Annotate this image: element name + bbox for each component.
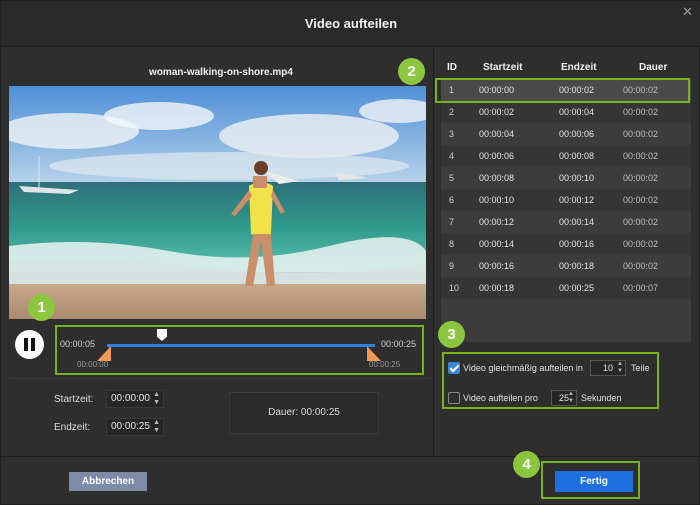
seconds-input[interactable]: 25 ▲ ▼: [551, 390, 577, 406]
split-by-seconds-checkbox[interactable]: [448, 392, 460, 404]
header-start: Startzeit: [483, 62, 523, 73]
row-duration: 00:00:07: [623, 283, 659, 293]
row-id: 6: [449, 195, 455, 205]
trim-start-time: 00:00:00: [77, 360, 109, 369]
table-row[interactable]: 10 00:00:18 00:00:25 00:00:07: [441, 277, 691, 299]
row-end: 00:00:04: [559, 107, 595, 117]
video-filename: woman-walking-on-shore.mp4: [149, 67, 293, 78]
row-end: 00:00:08: [559, 151, 595, 161]
row-id: 3: [449, 129, 455, 139]
row-duration: 00:00:02: [623, 239, 659, 249]
trim-end-time: 00:00:25: [369, 360, 401, 369]
timeline-end-time: 00:00:25: [381, 339, 417, 349]
duration-display: Dauer: 00:00:25: [229, 392, 379, 434]
close-icon[interactable]: ✕: [682, 5, 693, 19]
stepper-arrows-icon[interactable]: ▲ ▼: [617, 361, 623, 375]
row-id: 2: [449, 107, 455, 117]
parts-unit-label: Teile: [631, 363, 650, 373]
row-duration: 00:00:02: [623, 107, 659, 117]
row-duration: 00:00:02: [623, 129, 659, 139]
stepper-arrows-icon[interactable]: ▲ ▼: [153, 419, 160, 435]
row-end: 00:00:14: [559, 217, 595, 227]
row-duration: 00:00:02: [623, 261, 659, 271]
row-start: 00:00:08: [479, 173, 515, 183]
start-time-label: Startzeit:: [54, 394, 94, 405]
row-end: 00:00:16: [559, 239, 595, 249]
timeline-area[interactable]: 00:00:05 00:00:25 00:00:00 00:00:25: [55, 325, 424, 375]
row-id: 5: [449, 173, 455, 183]
row-id: 4: [449, 151, 455, 161]
row-start: 00:00:02: [479, 107, 515, 117]
done-button[interactable]: Fertig: [555, 471, 633, 492]
table-row[interactable]: 7 00:00:12 00:00:14 00:00:02: [441, 211, 691, 233]
row-duration: 00:00:02: [623, 195, 659, 205]
row-start: 00:00:10: [479, 195, 515, 205]
duration-value: 00:00:25: [300, 407, 340, 418]
seconds-unit-label: Sekunden: [581, 393, 622, 403]
table-row[interactable]: 9 00:00:16 00:00:18 00:00:02: [441, 255, 691, 277]
trim-start-handle[interactable]: [97, 346, 111, 361]
pause-button[interactable]: [15, 330, 44, 359]
start-time-input[interactable]: 00:00:00 ▲ ▼: [106, 390, 164, 408]
cancel-button[interactable]: Abbrechen: [69, 472, 147, 491]
step-badge-2: 2: [398, 58, 425, 85]
row-start: 00:00:14: [479, 239, 515, 249]
timeline-start-time: 00:00:05: [60, 339, 96, 349]
step-badge-3: 3: [438, 321, 465, 348]
parts-count-input[interactable]: 10 ▲ ▼: [590, 360, 626, 376]
header-duration: Dauer: [639, 62, 668, 73]
stepper-arrows-icon[interactable]: ▲ ▼: [153, 391, 160, 407]
table-row[interactable]: 4 00:00:06 00:00:08 00:00:02: [441, 145, 691, 167]
divider: [9, 378, 431, 379]
step-badge-4: 4: [513, 451, 540, 478]
end-time-label: Endzeit:: [54, 422, 91, 433]
row-duration: 00:00:02: [623, 151, 659, 161]
split-options: Video gleichmäßig aufteilen in 10 ▲ ▼ Tei…: [442, 352, 659, 409]
row-start: 00:00:06: [479, 151, 515, 161]
row-id: 7: [449, 217, 455, 227]
split-by-seconds-label: Video aufteilen pro: [463, 393, 538, 403]
split-evenly-label: Video gleichmäßig aufteilen in: [463, 363, 583, 373]
row-end: 00:00:12: [559, 195, 595, 205]
table-row[interactable]: 3 00:00:04 00:00:06 00:00:02: [441, 123, 691, 145]
dialog-title: Video aufteilen: [1, 1, 700, 47]
duration-label: Dauer:: [268, 407, 299, 418]
row-end: 00:00:18: [559, 261, 595, 271]
row-id: 10: [449, 283, 460, 293]
row-start: 00:00:04: [479, 129, 515, 139]
row-end: 00:00:06: [559, 129, 595, 139]
table-header: ID Startzeit Endzeit Dauer: [441, 57, 691, 79]
row-end: 00:00:25: [559, 283, 595, 293]
video-preview[interactable]: [9, 86, 426, 319]
split-evenly-checkbox[interactable]: [448, 362, 460, 374]
row-start: 00:00:12: [479, 217, 515, 227]
row-id: 8: [449, 239, 455, 249]
playhead-marker-icon[interactable]: [157, 329, 167, 341]
row-id: 9: [449, 261, 455, 271]
stepper-arrows-icon[interactable]: ▲ ▼: [568, 391, 574, 405]
row-end: 00:00:10: [559, 173, 595, 183]
timeline-track[interactable]: [107, 344, 375, 347]
row-start: 00:00:16: [479, 261, 515, 271]
step-badge-1: 1: [28, 294, 55, 321]
row-start: 00:00:18: [479, 283, 515, 293]
row-duration: 00:00:02: [623, 173, 659, 183]
footer-divider: [1, 456, 700, 457]
end-time-input[interactable]: 00:00:25 ▲ ▼: [106, 418, 164, 436]
row-duration: 00:00:02: [623, 217, 659, 227]
header-id: ID: [447, 62, 457, 73]
split-video-dialog: Video aufteilen ✕ woman-walking-on-shore…: [0, 0, 700, 505]
table-row[interactable]: 8 00:00:14 00:00:16 00:00:02: [441, 233, 691, 255]
trim-end-handle[interactable]: [367, 346, 381, 361]
header-end: Endzeit: [561, 62, 597, 73]
table-row[interactable]: 2 00:00:02 00:00:04 00:00:02: [441, 101, 691, 123]
panel-divider: [433, 48, 434, 456]
video-frame: [9, 86, 426, 319]
table-row[interactable]: 5 00:00:08 00:00:10 00:00:02: [441, 167, 691, 189]
table-row[interactable]: 6 00:00:10 00:00:12 00:00:02: [441, 189, 691, 211]
selected-row-highlight: [435, 78, 690, 103]
